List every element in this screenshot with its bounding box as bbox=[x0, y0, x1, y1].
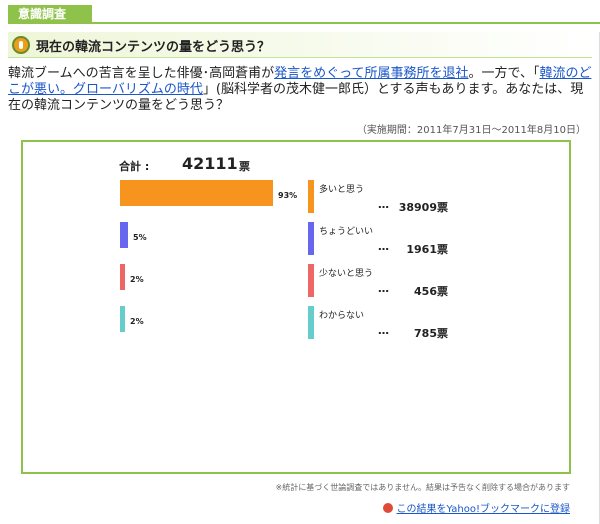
intro-text-part-2: 。一方で、「 bbox=[468, 66, 540, 81]
result-answer: わからない bbox=[319, 311, 365, 321]
result-votes-count: 38909 bbox=[398, 201, 437, 214]
result-color-swatch bbox=[308, 222, 314, 255]
question-title: 現在の韓流コンテンツの量をどう思う？ bbox=[36, 40, 271, 55]
result-percent: 93% bbox=[278, 191, 298, 200]
result-votes-unit: 票 bbox=[437, 201, 448, 214]
section-tab-underline bbox=[8, 22, 600, 24]
result-bar bbox=[120, 180, 273, 206]
result-votes-count: 785 bbox=[414, 327, 437, 340]
result-color-swatch bbox=[308, 264, 314, 297]
result-votes: 38909票 bbox=[378, 199, 448, 215]
result-color-swatch bbox=[308, 180, 314, 213]
result-bar bbox=[120, 264, 125, 290]
news-link-resignation[interactable]: 発言をめぐって所属事務所を退社 bbox=[274, 66, 468, 81]
total-label: 合計 : bbox=[119, 160, 150, 173]
survey-period: （実施期間：2011年7月31日〜2011年8月10日） bbox=[356, 125, 586, 136]
bookmark-link[interactable]: この結果をYahoo!ブックマークに登録 bbox=[382, 500, 570, 515]
result-answer: 少ないと思う bbox=[319, 269, 374, 279]
question-icon bbox=[12, 36, 30, 54]
result-bar bbox=[120, 222, 128, 248]
disclaimer-note: ※統計に基づく世論調査ではありません。結果は予告なく削除する場合があります bbox=[275, 483, 570, 492]
result-votes: 785票 bbox=[378, 325, 448, 341]
result-votes-unit: 票 bbox=[437, 327, 448, 340]
result-percent: 5% bbox=[133, 233, 147, 242]
total-unit: 票 bbox=[239, 160, 250, 173]
intro-text-part-1: 韓流ブームへの苦言を呈した俳優･高岡蒼甫が bbox=[8, 66, 275, 81]
result-votes-count: 456 bbox=[414, 285, 437, 298]
result-votes-count: 1961 bbox=[406, 243, 437, 256]
result-votes: 456票 bbox=[378, 283, 448, 299]
result-color-swatch bbox=[308, 306, 314, 339]
intro-text: 韓流ブームへの苦言を呈した俳優･高岡蒼甫が発言をめぐって所属事務所を退社。一方で… bbox=[8, 66, 592, 114]
section-tab: 意識調査 bbox=[8, 5, 92, 23]
question-header: 現在の韓流コンテンツの量をどう思う？ bbox=[8, 32, 592, 58]
result-votes-unit: 票 bbox=[437, 285, 448, 298]
result-bar bbox=[120, 306, 125, 332]
result-votes: 1961票 bbox=[378, 241, 448, 257]
result-answer: 多いと思う bbox=[319, 185, 365, 195]
result-answer: ちょうどいい bbox=[319, 227, 374, 237]
bookmark-link-label: この結果をYahoo!ブックマークに登録 bbox=[396, 504, 570, 515]
result-percent: 2% bbox=[130, 275, 144, 284]
total-value: 42111 bbox=[182, 154, 238, 173]
results-panel: 合計 : 42111 票 93% 多いと思う … 38909票 5% ちょうどい… bbox=[21, 140, 571, 474]
result-percent: 2% bbox=[130, 317, 144, 326]
bookmark-icon bbox=[382, 503, 393, 513]
result-votes-unit: 票 bbox=[437, 243, 448, 256]
